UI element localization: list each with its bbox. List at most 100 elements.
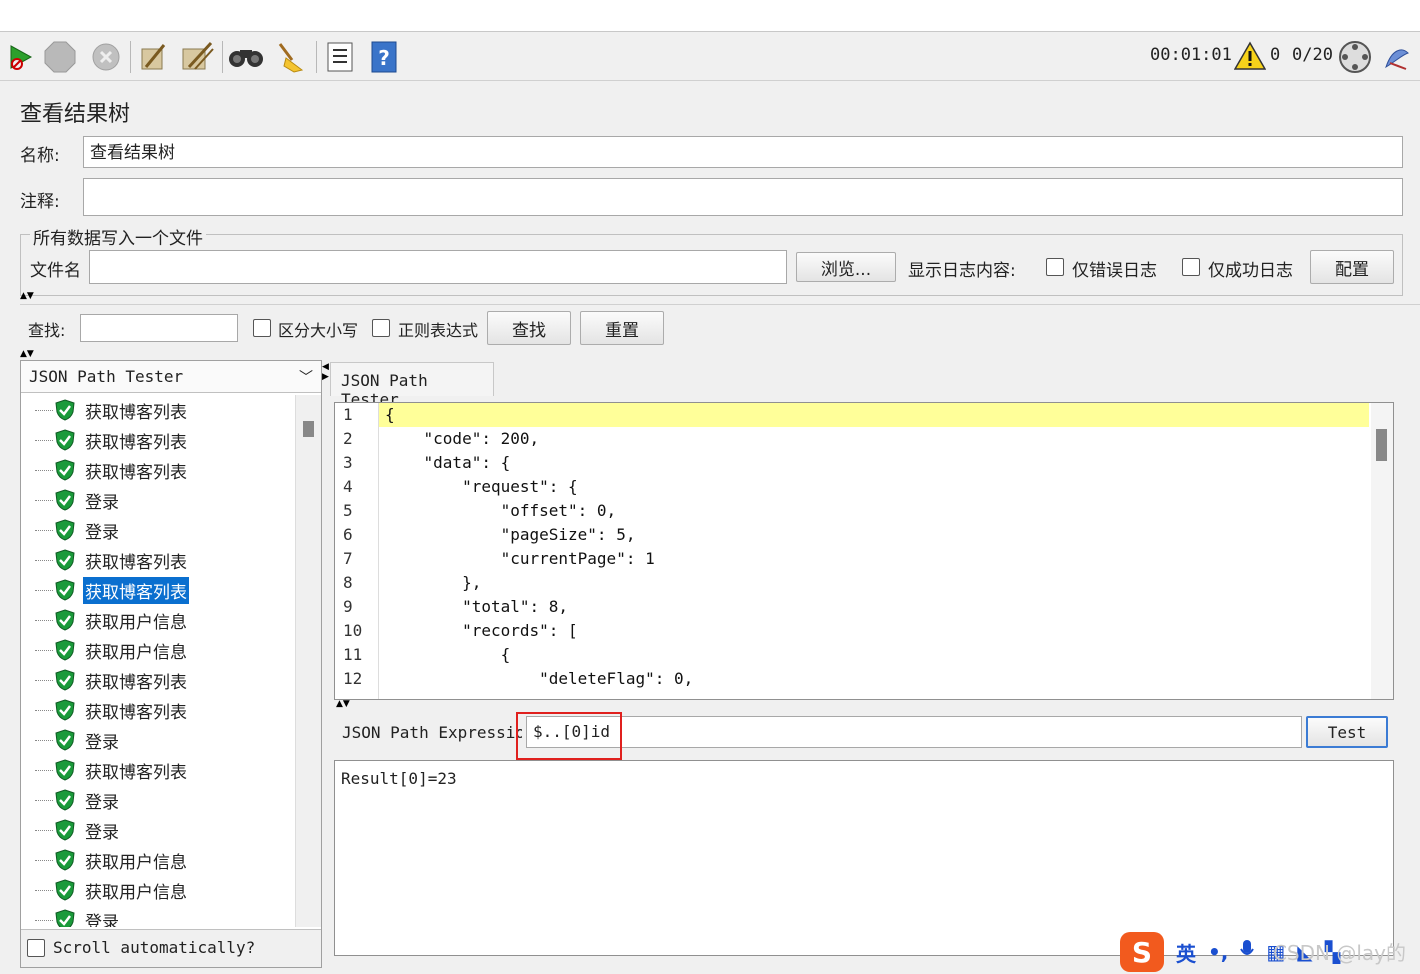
tree-scrollbar[interactable] <box>295 395 321 927</box>
splitter-arrows[interactable]: ▲▼ <box>20 292 34 301</box>
editor-scrollbar[interactable] <box>1371 403 1393 699</box>
clear-all-icon[interactable] <box>180 40 216 74</box>
tree-connector <box>35 589 53 591</box>
response-code[interactable]: { "code": 200, "data": { "request": { "o… <box>379 403 1369 699</box>
tree-item[interactable]: 登录 <box>21 485 295 515</box>
code-line: "request": { <box>385 477 578 496</box>
scrollbar-thumb[interactable] <box>1376 429 1387 461</box>
splitter-arrows[interactable]: ◀ ▶ <box>322 362 329 382</box>
json-path-label: JSON Path Expression <box>342 723 522 742</box>
tree-item[interactable]: 登录 <box>21 515 295 545</box>
name-field[interactable]: 查看结果树 <box>83 136 1403 168</box>
line-number: 2 <box>343 429 353 448</box>
tree-item[interactable]: 获取博客列表 <box>21 425 295 455</box>
function-helper-icon[interactable] <box>322 40 358 74</box>
case-sensitive-checkbox[interactable] <box>253 319 271 337</box>
tree-item-label: 登录 <box>85 732 119 753</box>
success-shield-icon <box>55 909 75 927</box>
tree-connector <box>35 439 53 441</box>
result-area[interactable]: Result[0]=23 <box>334 760 1394 956</box>
tree-item[interactable]: 获取博客列表 <box>21 575 295 605</box>
stop-icon[interactable] <box>42 40 78 74</box>
start-icon[interactable] <box>2 40 38 74</box>
tree-item-label: 登录 <box>85 492 119 513</box>
comment-field[interactable] <box>83 178 1403 216</box>
tree-item[interactable]: 登录 <box>21 725 295 755</box>
scrollbar-thumb[interactable] <box>303 421 314 437</box>
renderer-select[interactable]: JSON Path Tester ﹀ <box>21 361 321 393</box>
reset-search-icon[interactable] <box>272 40 308 74</box>
find-button[interactable]: 查找 <box>487 311 571 345</box>
success-only-checkbox[interactable] <box>1182 258 1200 276</box>
warning-icon[interactable] <box>1233 41 1267 76</box>
json-path-input[interactable]: $..[0]id <box>526 716 1302 748</box>
tree-connector <box>35 529 53 531</box>
tree-item[interactable]: 获取博客列表 <box>21 545 295 575</box>
window-topbar <box>0 0 1420 32</box>
tree-item[interactable]: 获取用户信息 <box>21 635 295 665</box>
line-numbers: 1 2 3 4 5 6 7 8 9 10 11 12 <box>335 403 379 699</box>
scroll-automatically-row: Scroll automatically? <box>21 929 321 967</box>
watermark: CSDN @lay的 <box>1272 941 1406 965</box>
clear-icon[interactable] <box>136 40 172 74</box>
code-line: "deleteFlag": 0, <box>385 669 694 688</box>
line-number: 3 <box>343 453 353 472</box>
splitter-arrows[interactable]: ▲▼ <box>20 350 34 359</box>
remote-status-icon[interactable] <box>1338 40 1372 79</box>
success-shield-icon <box>55 759 75 781</box>
ime-toolbar: S 英 •, ▦ ◣ ▚ CSDN @lay的 <box>1116 930 1420 974</box>
success-only-label: 仅成功日志 <box>1208 261 1293 281</box>
tree-item[interactable]: 获取博客列表 <box>21 395 295 425</box>
regex-checkbox[interactable] <box>372 319 390 337</box>
success-shield-icon <box>55 669 75 691</box>
reset-button[interactable]: 重置 <box>580 311 664 345</box>
scroll-automatically-checkbox[interactable] <box>27 939 45 957</box>
scroll-automatically-label: Scroll automatically? <box>53 938 256 957</box>
punctuation-icon[interactable]: •, <box>1208 940 1228 964</box>
tree-item-label: 获取博客列表 <box>85 762 187 783</box>
page-title: 查看结果树 <box>20 102 131 127</box>
tree-item-label: 获取博客列表 <box>85 552 187 573</box>
tree-connector <box>35 859 53 861</box>
microphone-icon[interactable] <box>1240 939 1255 966</box>
toolbar: ? 00:01:01 0 0/20 <box>0 33 1420 81</box>
success-shield-icon <box>55 549 75 571</box>
ime-language[interactable]: 英 <box>1176 938 1196 967</box>
code-line: "records": [ <box>385 621 578 640</box>
success-shield-icon <box>55 699 75 721</box>
sogou-logo[interactable]: S <box>1120 932 1164 972</box>
search-label: 查找: <box>28 321 66 340</box>
tree-item[interactable]: 获取用户信息 <box>21 875 295 905</box>
file-name-field[interactable] <box>89 250 787 284</box>
code-line: "data": { <box>385 453 511 472</box>
tree-item[interactable]: 获取博客列表 <box>21 665 295 695</box>
search-input[interactable] <box>80 314 238 342</box>
tree-item[interactable]: 登录 <box>21 785 295 815</box>
test-button[interactable]: Test <box>1306 716 1388 748</box>
splitter-arrows[interactable]: ▲▼ <box>336 700 350 709</box>
success-shield-icon <box>55 789 75 811</box>
tree-item-label: 获取博客列表 <box>83 576 189 604</box>
tree-item[interactable]: 获取博客列表 <box>21 755 295 785</box>
shutdown-icon[interactable] <box>88 40 124 74</box>
success-shield-icon <box>55 459 75 481</box>
tab-json-path-tester[interactable]: JSON Path Tester <box>330 362 494 409</box>
tree-item[interactable]: 获取博客列表 <box>21 695 295 725</box>
browse-button[interactable]: 浏览... <box>796 252 896 282</box>
success-shield-icon <box>55 729 75 751</box>
tree-item[interactable]: 获取博客列表 <box>21 455 295 485</box>
config-button[interactable]: 配置 <box>1310 250 1394 284</box>
tree-item[interactable]: 登录 <box>21 815 295 845</box>
tree-item[interactable]: 获取用户信息 <box>21 605 295 635</box>
log-viewer-icon[interactable] <box>1382 43 1412 76</box>
tree-item-label: 登录 <box>85 522 119 543</box>
tree-item[interactable]: 登录 <box>21 905 295 927</box>
json-path-expression-row: JSON Path Expression $..[0]id Test <box>334 710 1394 754</box>
errors-only-checkbox[interactable] <box>1046 258 1064 276</box>
response-editor[interactable]: 1 2 3 4 5 6 7 8 9 10 11 12 { "code": 200, "data": {… <box>334 402 1394 700</box>
help-icon[interactable]: ? <box>366 40 402 74</box>
tree-item[interactable]: 获取用户信息 <box>21 845 295 875</box>
search-icon[interactable] <box>228 40 264 74</box>
line-number: 11 <box>343 645 363 664</box>
success-shield-icon <box>55 639 75 661</box>
